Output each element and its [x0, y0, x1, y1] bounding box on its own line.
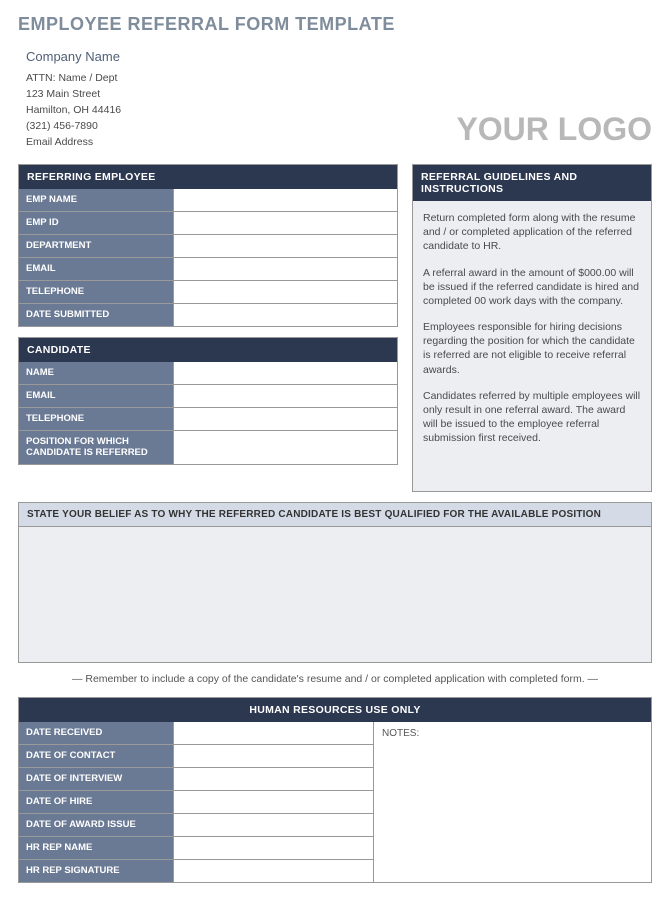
hr-rep-signature-field[interactable]	[174, 860, 373, 882]
right-column: REFERRAL GUIDELINES AND INSTRUCTIONS Ret…	[412, 164, 652, 492]
table-row: EMAIL	[19, 384, 397, 407]
reminder-text: — Remember to include a copy of the cand…	[18, 673, 652, 685]
referring-fields: EMP NAME EMP ID DEPARTMENT EMAIL TELEPHO…	[19, 189, 397, 326]
hr-rep-name-field[interactable]	[174, 837, 373, 859]
company-block: Company Name ATTN: Name / Dept 123 Main …	[18, 49, 121, 148]
table-row: DATE RECEIVED	[19, 722, 373, 744]
candidate-header: CANDIDATE	[19, 338, 397, 362]
company-street: 123 Main Street	[26, 88, 121, 100]
table-row: HR REP SIGNATURE	[19, 859, 373, 882]
table-row: EMP NAME	[19, 189, 397, 211]
emp-name-field[interactable]	[174, 189, 397, 211]
header-row: Company Name ATTN: Name / Dept 123 Main …	[18, 49, 652, 148]
date-contact-field[interactable]	[174, 745, 373, 767]
field-label: DATE OF AWARD ISSUE	[19, 814, 174, 836]
hr-notes-area[interactable]: NOTES:	[374, 722, 651, 882]
guidelines-body: Return completed form along with the res…	[413, 201, 651, 491]
belief-header: STATE YOUR BELIEF AS TO WHY THE REFERRED…	[19, 503, 651, 527]
logo-placeholder: YOUR LOGO	[456, 111, 652, 148]
cand-telephone-field[interactable]	[174, 408, 397, 430]
left-column: REFERRING EMPLOYEE EMP NAME EMP ID DEPAR…	[18, 164, 398, 492]
table-row: DEPARTMENT	[19, 234, 397, 257]
field-label: POSITION FOR WHICH CANDIDATE IS REFERRED	[19, 431, 174, 464]
table-row: DATE SUBMITTED	[19, 303, 397, 326]
hr-section: HUMAN RESOURCES USE ONLY DATE RECEIVED D…	[18, 697, 652, 883]
belief-section: STATE YOUR BELIEF AS TO WHY THE REFERRED…	[18, 502, 652, 663]
company-city: Hamilton, OH 44416	[26, 104, 121, 116]
emp-id-field[interactable]	[174, 212, 397, 234]
guidelines-p3: Employees responsible for hiring decisio…	[423, 320, 641, 377]
cand-name-field[interactable]	[174, 362, 397, 384]
date-submitted-field[interactable]	[174, 304, 397, 326]
hr-body: DATE RECEIVED DATE OF CONTACT DATE OF IN…	[19, 722, 651, 882]
referring-employee-section: REFERRING EMPLOYEE EMP NAME EMP ID DEPAR…	[18, 164, 398, 327]
company-phone: (321) 456-7890	[26, 120, 121, 132]
guidelines-p1: Return completed form along with the res…	[423, 211, 641, 254]
field-label: HR REP SIGNATURE	[19, 860, 174, 882]
notes-label: NOTES:	[382, 728, 419, 739]
table-row: EMAIL	[19, 257, 397, 280]
field-label: EMAIL	[19, 258, 174, 280]
department-field[interactable]	[174, 235, 397, 257]
table-row: HR REP NAME	[19, 836, 373, 859]
table-row: DATE OF HIRE	[19, 790, 373, 813]
field-label: DEPARTMENT	[19, 235, 174, 257]
field-label: NAME	[19, 362, 174, 384]
ref-telephone-field[interactable]	[174, 281, 397, 303]
field-label: TELEPHONE	[19, 281, 174, 303]
field-label: TELEPHONE	[19, 408, 174, 430]
field-label: HR REP NAME	[19, 837, 174, 859]
field-label: DATE RECEIVED	[19, 722, 174, 744]
candidate-section: CANDIDATE NAME EMAIL TELEPHONE POSITION …	[18, 337, 398, 465]
date-interview-field[interactable]	[174, 768, 373, 790]
table-row: TELEPHONE	[19, 407, 397, 430]
company-name: Company Name	[26, 49, 121, 64]
field-label: EMAIL	[19, 385, 174, 407]
field-label: DATE OF CONTACT	[19, 745, 174, 767]
cand-email-field[interactable]	[174, 385, 397, 407]
ref-email-field[interactable]	[174, 258, 397, 280]
table-row: DATE OF INTERVIEW	[19, 767, 373, 790]
company-email: Email Address	[26, 136, 121, 148]
hr-fields: DATE RECEIVED DATE OF CONTACT DATE OF IN…	[19, 722, 374, 882]
referring-header: REFERRING EMPLOYEE	[19, 165, 397, 189]
page-title: EMPLOYEE REFERRAL FORM TEMPLATE	[18, 14, 652, 35]
table-row: NAME	[19, 362, 397, 384]
two-column-area: REFERRING EMPLOYEE EMP NAME EMP ID DEPAR…	[18, 164, 652, 492]
table-row: TELEPHONE	[19, 280, 397, 303]
belief-textarea[interactable]	[19, 527, 651, 662]
field-label: DATE OF INTERVIEW	[19, 768, 174, 790]
candidate-fields: NAME EMAIL TELEPHONE POSITION FOR WHICH …	[19, 362, 397, 464]
date-hire-field[interactable]	[174, 791, 373, 813]
hr-header: HUMAN RESOURCES USE ONLY	[19, 698, 651, 722]
field-label: DATE OF HIRE	[19, 791, 174, 813]
table-row: DATE OF CONTACT	[19, 744, 373, 767]
table-row: EMP ID	[19, 211, 397, 234]
date-received-field[interactable]	[174, 722, 373, 744]
company-attn: ATTN: Name / Dept	[26, 72, 121, 84]
field-label: EMP NAME	[19, 189, 174, 211]
field-label: DATE SUBMITTED	[19, 304, 174, 326]
guidelines-header: REFERRAL GUIDELINES AND INSTRUCTIONS	[413, 165, 651, 201]
guidelines-p2: A referral award in the amount of $000.0…	[423, 266, 641, 309]
position-referred-field[interactable]	[174, 431, 397, 464]
guidelines-p4: Candidates referred by multiple employee…	[423, 389, 641, 446]
field-label: EMP ID	[19, 212, 174, 234]
date-award-field[interactable]	[174, 814, 373, 836]
table-row: DATE OF AWARD ISSUE	[19, 813, 373, 836]
table-row: POSITION FOR WHICH CANDIDATE IS REFERRED	[19, 430, 397, 464]
guidelines-section: REFERRAL GUIDELINES AND INSTRUCTIONS Ret…	[412, 164, 652, 492]
